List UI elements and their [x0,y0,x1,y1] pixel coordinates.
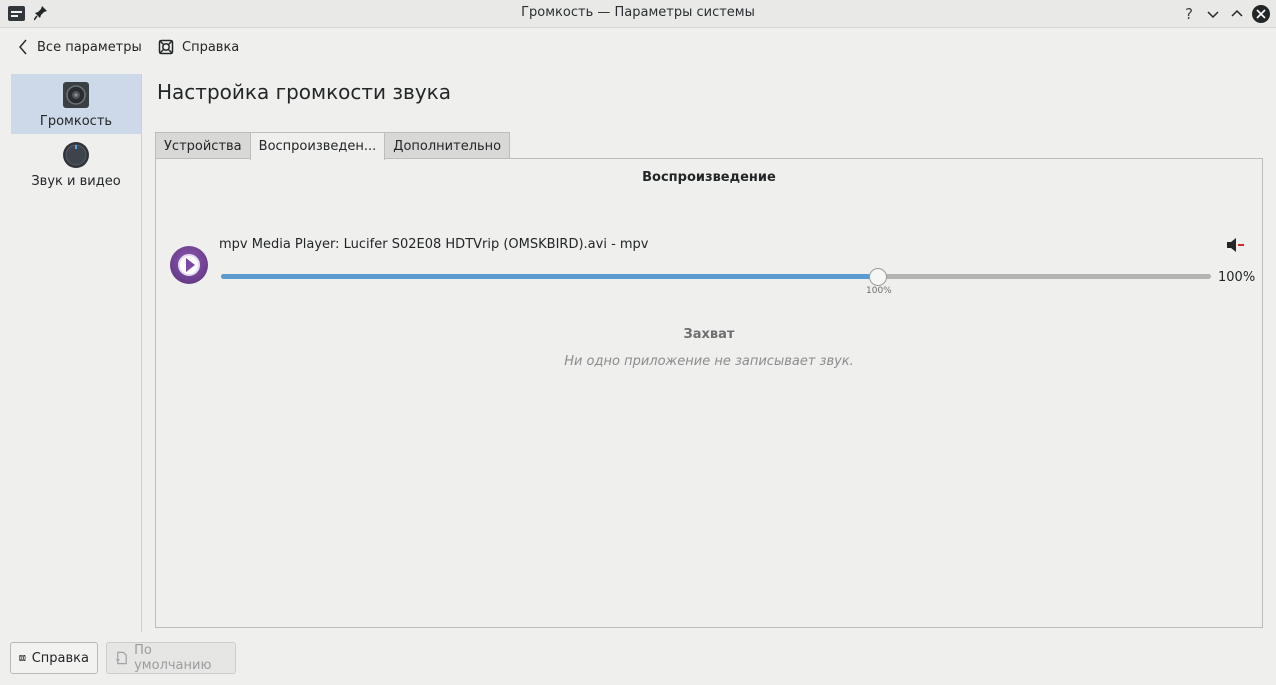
capture-empty-text: Ни одно приложение не записывает звук. [564,354,854,369]
help-icon[interactable]: ? [1179,4,1199,24]
speaker-icon [63,82,89,108]
tab-devices[interactable]: Устройства [155,132,251,159]
mute-toggle-icon[interactable] [1225,236,1245,254]
tab-playback[interactable]: Воспроизведен... [249,132,386,160]
sidebar-item-label: Громкость [39,114,113,129]
volume-slider[interactable] [221,268,1211,286]
lifebuoy-icon [158,39,174,55]
stream-name: mpv Media Player: Lucifer S02E08 HDTVrip… [219,237,649,252]
lifebuoy-icon [19,654,26,662]
document-revert-icon [115,651,127,665]
title-bar: Громкость — Параметры системы ? [0,0,1276,28]
volume-value: 100% [1218,270,1256,285]
mpv-icon [170,246,208,284]
tab-bar: Устройства Воспроизведен... Дополнительн… [155,132,511,160]
window-title: Громкость — Параметры системы [521,5,755,20]
all-settings-button[interactable]: Все параметры [18,37,142,57]
sidebar-item-label: Звук и видео [31,174,121,189]
defaults-button-label: По умолчанию [134,643,212,673]
page-title: Настройка громкости звука [157,80,452,104]
all-settings-label: Все параметры [37,39,142,55]
slider-mark-label: 100% [866,286,892,296]
minimize-icon[interactable] [1203,4,1223,24]
capture-heading: Захват [683,327,735,342]
chevron-left-icon [19,39,27,55]
close-icon[interactable] [1251,4,1271,24]
slider-fill [221,274,878,279]
sidebar: Громкость Звук и видео [11,74,141,632]
toolbar: Все параметры Справка [0,28,1276,66]
slider-handle[interactable] [869,268,887,286]
playback-heading: Воспроизведение [642,170,776,185]
help-toolbar-button[interactable]: Справка [158,37,239,57]
playback-panel: Воспроизведение mpv Media Player: Lucife… [155,158,1263,628]
knob-icon [63,142,89,168]
defaults-button[interactable]: По умолчанию [106,642,236,674]
help-toolbar-label: Справка [182,39,240,55]
tab-advanced[interactable]: Дополнительно [384,132,511,159]
sidebar-item-volume[interactable]: Громкость [11,74,141,134]
help-button-label: Справка [31,650,89,666]
maximize-icon[interactable] [1227,4,1247,24]
help-button[interactable]: Справка [10,642,98,674]
sidebar-divider [141,74,142,632]
sidebar-item-audio-video[interactable]: Звук и видео [11,134,141,194]
